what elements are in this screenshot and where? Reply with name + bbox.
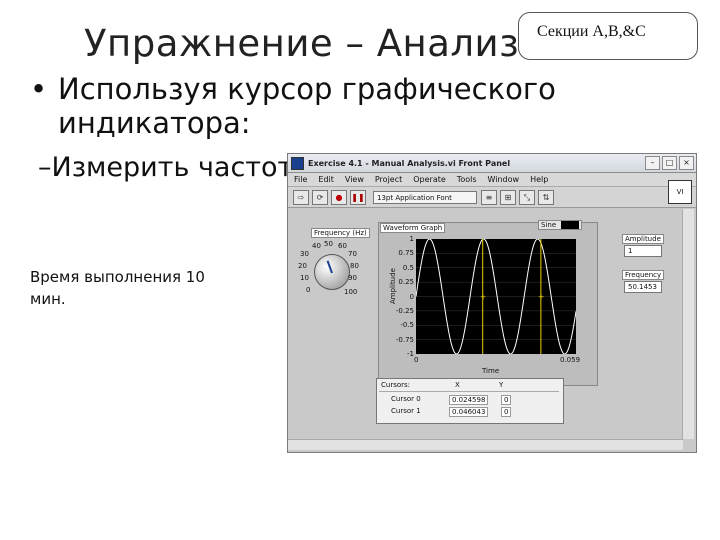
cursor-header-name: Cursors: xyxy=(381,381,411,389)
cursor-header-y: Y xyxy=(499,381,504,389)
amplitude-label: Amplitude xyxy=(622,234,664,244)
cursor-row-x[interactable]: 0.024598 xyxy=(449,395,489,405)
menu-help[interactable]: Help xyxy=(530,175,548,184)
cursor-row-name: Cursor 0 xyxy=(391,395,421,403)
reorder-icon[interactable]: ⇅ xyxy=(538,189,554,205)
graph-cursor-marker: + xyxy=(538,293,545,302)
x-axis-label: Time xyxy=(482,367,500,375)
menu-window[interactable]: Window xyxy=(488,175,520,184)
frequency-knob[interactable] xyxy=(314,254,350,290)
run-arrow-icon[interactable]: ⇨ xyxy=(293,189,309,205)
pause-icon[interactable]: ❚❚ xyxy=(350,189,366,205)
plot-legend-swatch xyxy=(561,221,580,229)
knob-tick: 0 xyxy=(306,286,311,294)
cursor-row-x[interactable]: 0.046043 xyxy=(449,407,489,417)
font-selector[interactable]: 13pt Application Font xyxy=(373,190,477,204)
knob-tick: 30 xyxy=(300,250,309,258)
knob-tick: 40 xyxy=(312,242,321,250)
resize-icon[interactable]: ⤡ xyxy=(519,189,535,205)
knob-tick: 60 xyxy=(338,242,347,250)
graph-cursor-marker: + xyxy=(480,293,487,302)
x-tick-end: 0.059 xyxy=(560,356,581,364)
waveform-plot[interactable]: + + xyxy=(416,239,576,354)
menu-file[interactable]: File xyxy=(294,175,307,184)
bullet-2: –Измерить частоту xyxy=(38,152,310,183)
knob-needle xyxy=(326,260,333,274)
cursor-row-name: Cursor 1 xyxy=(391,407,421,415)
menu-tools[interactable]: Tools xyxy=(457,175,477,184)
labview-app-icon xyxy=(291,156,304,170)
menu-project[interactable]: Project xyxy=(375,175,402,184)
abort-icon[interactable]: ● xyxy=(331,189,347,205)
y-tick-label: 0.5 xyxy=(402,263,414,272)
frequency-indicator: 50.1453 xyxy=(624,281,662,293)
vertical-scrollbar[interactable] xyxy=(682,209,694,439)
frequency-label: Frequency xyxy=(622,270,665,280)
y-tick-label: -0.25 xyxy=(395,306,414,315)
labview-window: Exercise 4.1 - Manual Analysis.vi Front … xyxy=(287,153,697,453)
cursor-legend-header: Cursors: X Y xyxy=(379,381,559,392)
knob-tick: 20 xyxy=(298,262,307,270)
sections-callout: Секции A,B,&C xyxy=(518,12,698,60)
cursor-row-y[interactable]: 0 xyxy=(501,395,512,405)
menu-bar: File Edit View Project Operate Tools Win… xyxy=(288,173,696,187)
y-tick-label: 0 xyxy=(409,292,414,301)
distribute-icon[interactable]: ⊞ xyxy=(500,189,516,205)
knob-tick: 80 xyxy=(350,262,359,270)
close-button[interactable]: × xyxy=(679,156,694,170)
window-titlebar[interactable]: Exercise 4.1 - Manual Analysis.vi Front … xyxy=(288,154,696,173)
knob-tick: 100 xyxy=(344,288,358,296)
y-tick-label: -0.5 xyxy=(400,321,414,330)
horizontal-scrollbar[interactable] xyxy=(288,439,683,450)
y-tick-label: -1 xyxy=(407,350,414,358)
plot-legend[interactable]: Sine xyxy=(538,220,583,230)
x-tick-start: 0 xyxy=(414,356,419,364)
plot-legend-name: Sine xyxy=(541,221,557,229)
menu-edit[interactable]: Edit xyxy=(318,175,334,184)
minimize-button[interactable]: – xyxy=(645,156,660,170)
cursor-header-x: X xyxy=(455,381,460,389)
vi-icon[interactable]: VI xyxy=(668,180,692,204)
cursor-row-y[interactable]: 0 xyxy=(501,407,512,417)
cursor-row[interactable]: Cursor 0 0.024598 0 xyxy=(379,395,559,405)
y-tick-label: -0.75 xyxy=(395,335,414,344)
bullet-marker: • xyxy=(30,72,48,106)
run-continuously-icon[interactable]: ⟳ xyxy=(312,189,328,205)
cursor-legend: Cursors: X Y Cursor 0 0.024598 0 Cursor … xyxy=(376,378,564,424)
y-tick-label: 0.75 xyxy=(398,249,414,258)
cursor-row[interactable]: Cursor 1 0.046043 0 xyxy=(379,407,559,417)
y-tick-label: 1 xyxy=(409,235,414,243)
maximize-button[interactable]: □ xyxy=(662,156,677,170)
knob-tick: 90 xyxy=(348,274,357,282)
y-tick-label: 0.25 xyxy=(398,278,414,287)
bullet-1-text: Используя курсор графического индикатора… xyxy=(58,72,556,140)
toolbar: ⇨ ⟳ ● ❚❚ 13pt Application Font ≡ ⊞ ⤡ ⇅ xyxy=(288,187,696,208)
menu-view[interactable]: View xyxy=(345,175,364,184)
knob-tick: 50 xyxy=(324,240,333,248)
duration-note: Время выполнения 10 мин. xyxy=(30,268,205,308)
window-title: Exercise 4.1 - Manual Analysis.vi Front … xyxy=(308,158,511,168)
knob-tick: 10 xyxy=(300,274,309,282)
menu-operate[interactable]: Operate xyxy=(413,175,446,184)
knob-label: Frequency (Hz) xyxy=(311,228,370,238)
knob-tick: 70 xyxy=(348,250,357,258)
amplitude-input[interactable]: 1 xyxy=(624,245,662,257)
graph-label: Waveform Graph xyxy=(380,223,446,233)
align-icon[interactable]: ≡ xyxy=(481,189,497,205)
